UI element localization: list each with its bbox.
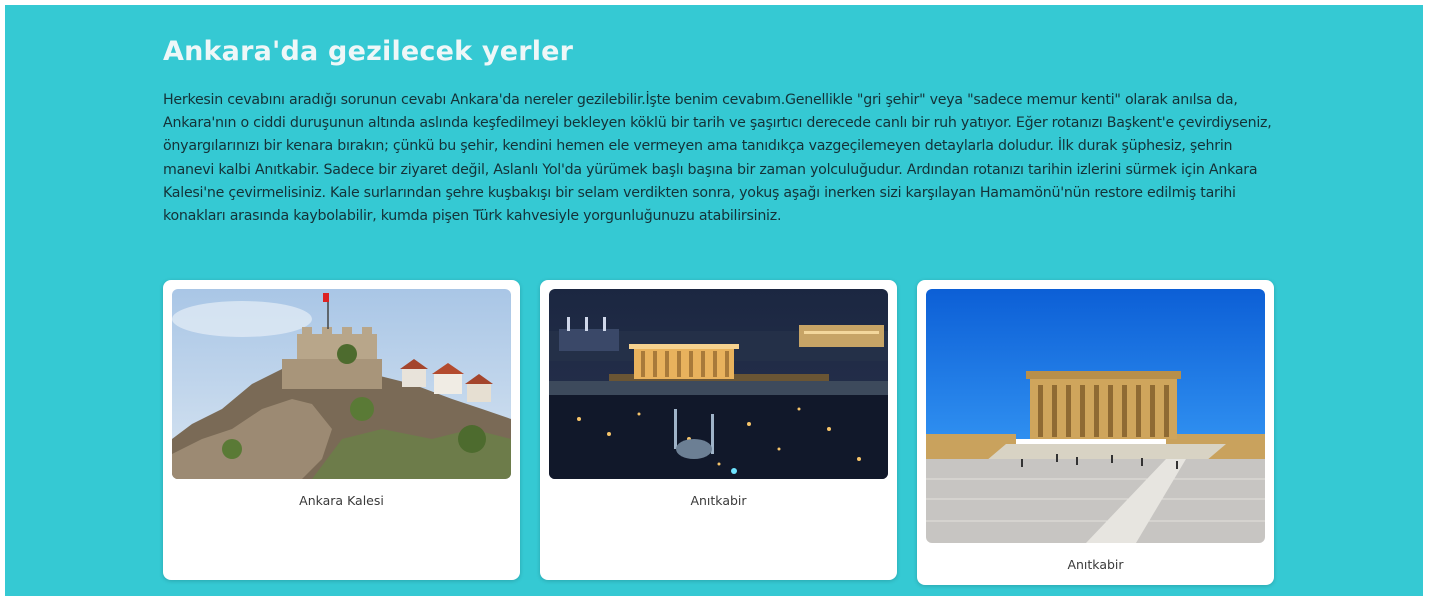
page-container: Ankara'da gezilecek yerler Herkesin ceva… xyxy=(5,5,1423,596)
gallery-card-ankara-kalesi[interactable]: Ankara Kalesi xyxy=(163,280,520,580)
night-mausoleum-photo xyxy=(549,289,888,479)
gallery-card-anitkabir-night[interactable]: Anıtkabir xyxy=(540,280,897,580)
card-caption: Ankara Kalesi xyxy=(299,493,384,508)
intro-paragraph: Herkesin cevabını aradığı sorunun cevabı… xyxy=(163,92,1272,225)
card-caption: Anıtkabir xyxy=(690,493,747,508)
castle-photo xyxy=(172,289,511,479)
gallery-card-anitkabir-day[interactable]: Anıtkabir xyxy=(917,280,1274,585)
main-content: Ankara'da gezilecek yerler Herkesin ceva… xyxy=(163,5,1275,228)
day-mausoleum-photo xyxy=(926,289,1265,543)
page-title: Ankara'da gezilecek yerler xyxy=(163,36,574,67)
gallery: Ankara Kalesi Anıtkabir Anıtkabir xyxy=(163,280,1275,585)
card-caption: Anıtkabir xyxy=(1067,557,1124,572)
